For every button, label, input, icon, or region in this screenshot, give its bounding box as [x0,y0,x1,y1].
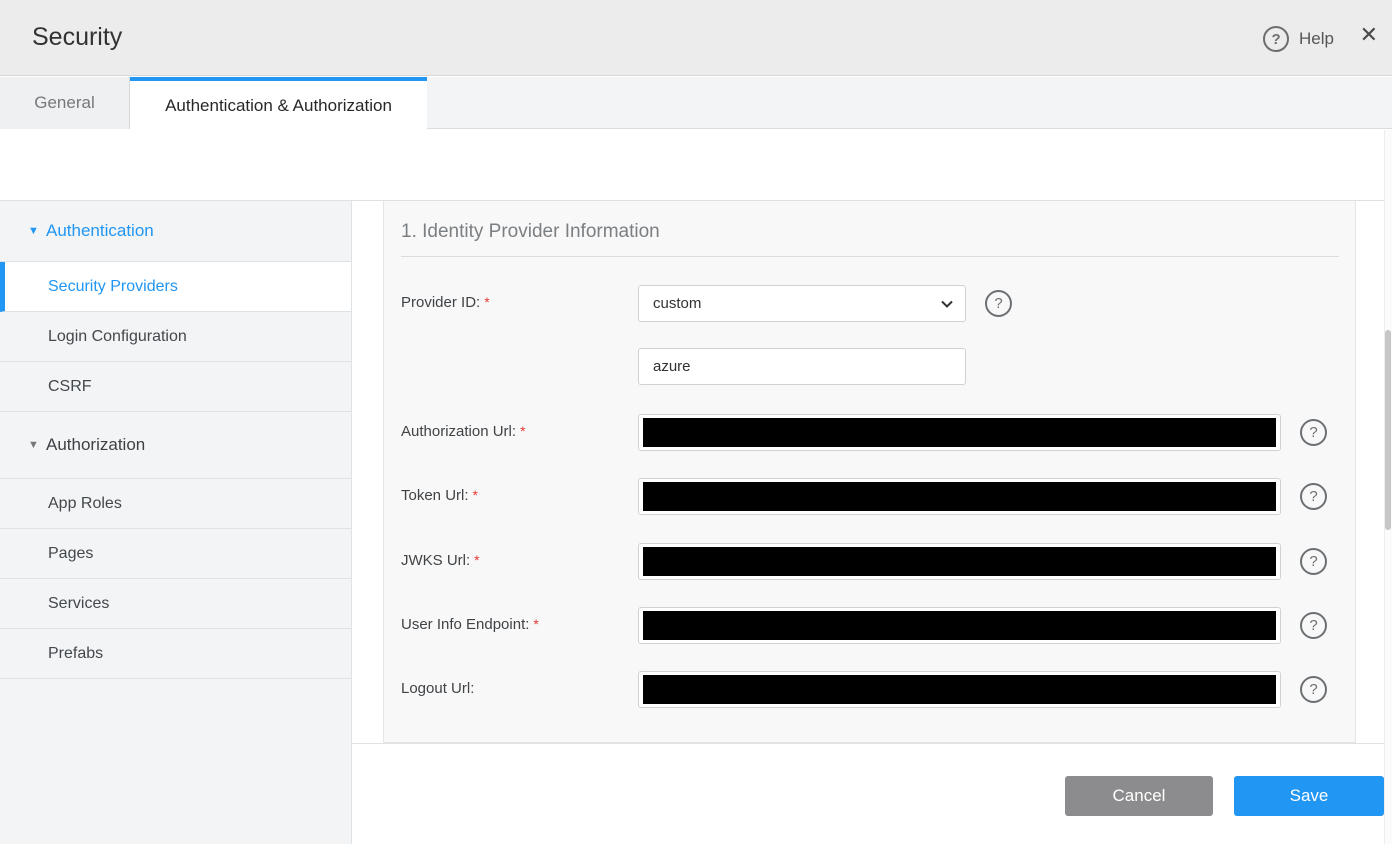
redacted-value [643,675,1276,704]
redacted-value [643,547,1276,576]
token-url-row: Token Url: * ? [384,478,1355,515]
dialog-header: Security ? Help ✕ [0,0,1392,76]
token-url-label: Token Url: * [401,487,478,504]
sidebar-item-app-roles[interactable]: App Roles [0,479,351,529]
required-marker: * [533,616,539,632]
sidebar-item-security-providers[interactable]: Security Providers [0,262,351,312]
security-dialog: Security ? Help ✕ General Authentication… [0,0,1392,844]
tab-general[interactable]: General [0,77,130,129]
sidebar-item-pages[interactable]: Pages [0,529,351,579]
provider-id-select[interactable]: custom [638,285,966,322]
provider-id-label: Provider ID: * [401,294,490,311]
authentication-toggle-row: Authentication: Off On [0,130,1392,308]
redacted-value [643,418,1276,447]
logout-url-label: Logout Url: [401,680,475,697]
jwks-url-label: JWKS Url: * [401,552,480,569]
page-title: Security [32,23,123,51]
help-label[interactable]: Help [1299,29,1334,49]
token-url-input[interactable] [638,478,1281,515]
chevron-down-icon [940,297,954,316]
section-title: 1. Identity Provider Information [401,221,660,242]
identity-provider-panel: 1. Identity Provider Information Provide… [383,201,1356,743]
provider-name-row: azure [384,348,1355,385]
sidebar-group-authentication[interactable]: ▼ Authentication [0,201,351,262]
required-marker: * [484,294,490,310]
provider-id-help-icon[interactable]: ? [985,290,1012,317]
scrollbar-track [1384,130,1392,844]
sidebar: ▼ Authentication Security Providers Logi… [0,201,352,844]
scrollbar-thumb[interactable] [1385,330,1391,530]
sidebar-item-services[interactable]: Services [0,579,351,629]
jwks-url-row: JWKS Url: * ? [384,543,1355,580]
sidebar-item-csrf[interactable]: CSRF [0,362,351,412]
sidebar-item-login-configuration[interactable]: Login Configuration [0,312,351,362]
help-button[interactable]: ? Help [1263,26,1334,52]
provider-id-row: Provider ID: * custom ? [384,285,1355,322]
jwks-url-help-icon[interactable]: ? [1300,548,1327,575]
sidebar-item-prefabs[interactable]: Prefabs [0,629,351,679]
authorization-url-input[interactable] [638,414,1281,451]
close-icon[interactable]: ✕ [1360,24,1378,46]
tab-bar: General Authentication & Authorization [0,77,1392,130]
provider-name-input[interactable]: azure [638,348,966,385]
user-info-endpoint-help-icon[interactable]: ? [1300,612,1327,639]
cancel-button[interactable]: Cancel [1065,776,1213,816]
redacted-value [643,611,1276,640]
required-marker: * [520,423,526,439]
required-marker: * [472,487,478,503]
redacted-value [643,482,1276,511]
sidebar-group-authorization[interactable]: ▼ Authorization [0,412,351,479]
logout-url-help-icon[interactable]: ? [1300,676,1327,703]
user-info-endpoint-row: User Info Endpoint: * ? [384,607,1355,644]
help-icon[interactable]: ? [1263,26,1290,52]
authorization-url-row: Authorization Url: * ? [384,414,1355,451]
caret-down-icon: ▼ [28,439,39,451]
user-info-endpoint-input[interactable] [638,607,1281,644]
section-divider [401,256,1339,257]
authorization-url-help-icon[interactable]: ? [1300,419,1327,446]
user-info-endpoint-label: User Info Endpoint: * [401,616,539,633]
logout-url-row: Logout Url: ? [384,671,1355,708]
tab-authentication-authorization[interactable]: Authentication & Authorization [130,77,427,130]
save-button[interactable]: Save [1234,776,1384,816]
dialog-footer: Cancel Save [352,743,1392,844]
caret-down-icon: ▼ [28,225,39,237]
required-marker: * [474,552,480,568]
token-url-help-icon[interactable]: ? [1300,483,1327,510]
jwks-url-input[interactable] [638,543,1281,580]
logout-url-input[interactable] [638,671,1281,708]
authorization-url-label: Authorization Url: * [401,423,526,440]
